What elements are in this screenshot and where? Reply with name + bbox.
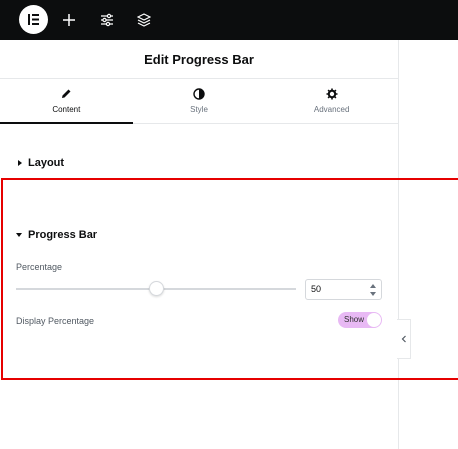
plus-icon [63, 14, 75, 26]
half-circle-icon [193, 88, 205, 100]
panel-header: Edit Progress Bar [0, 40, 398, 79]
section-layout-header[interactable]: Layout [0, 146, 399, 180]
tab-label: Style [190, 105, 208, 114]
tab-advanced[interactable]: Advanced [265, 79, 398, 123]
highlight-box [1, 178, 458, 380]
panel-tabs: Content Style Advanced [0, 79, 398, 124]
layers-icon [137, 13, 151, 27]
section-title: Layout [28, 157, 65, 169]
top-toolbar [0, 0, 458, 40]
site-settings-button[interactable] [95, 8, 119, 32]
pencil-icon [62, 89, 71, 98]
panel-title: Edit Progress Bar [144, 51, 254, 67]
chevron-left-icon [401, 335, 406, 343]
tab-label: Content [52, 105, 81, 114]
tab-style[interactable]: Style [133, 79, 266, 123]
caret-right-icon [18, 160, 22, 166]
tab-label: Advanced [313, 105, 350, 114]
collapse-panel-button[interactable] [397, 319, 411, 359]
elementor-editor: Edit Progress Bar Content Style Advanced… [0, 0, 458, 449]
structure-button[interactable] [132, 8, 156, 32]
add-element-button[interactable] [57, 8, 81, 32]
gear-icon [326, 88, 338, 100]
tab-content[interactable]: Content [0, 79, 133, 124]
elementor-logo-icon[interactable] [19, 5, 48, 34]
sliders-icon [101, 13, 113, 27]
